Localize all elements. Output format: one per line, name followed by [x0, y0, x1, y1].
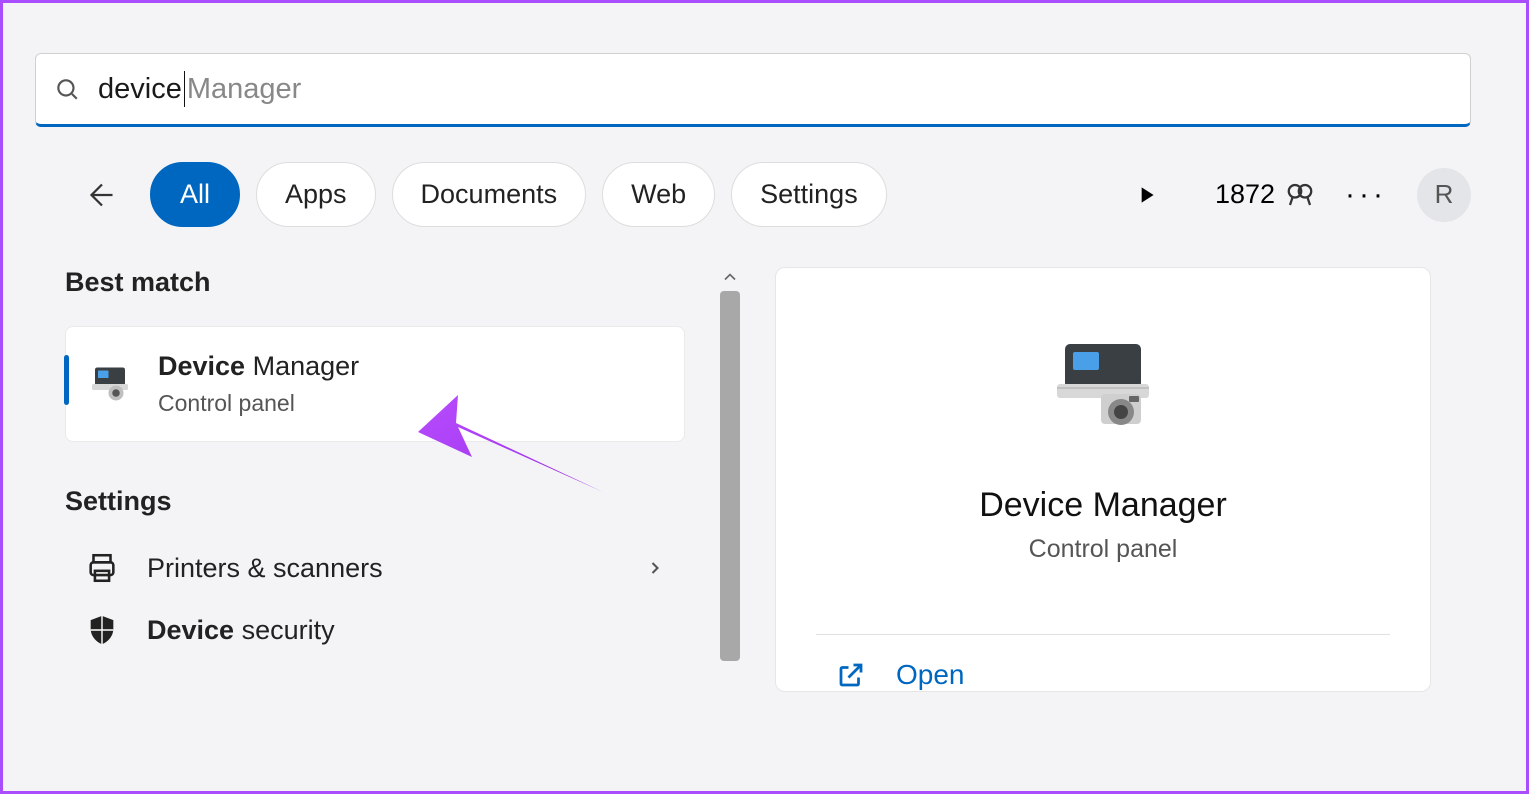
medal-icon: [1285, 180, 1315, 210]
best-match-result[interactable]: Device Manager Control panel: [65, 326, 685, 442]
filter-pill-web[interactable]: Web: [602, 162, 715, 227]
settings-item-label: Printers & scanners: [147, 553, 383, 584]
filter-pill-documents[interactable]: Documents: [392, 162, 587, 227]
device-manager-icon: [86, 360, 134, 408]
search-suggestion-text: Manager: [187, 73, 301, 106]
play-icon[interactable]: [1133, 182, 1159, 208]
results-column: Best match Device Manager Control panel: [65, 267, 685, 692]
avatar-initial: R: [1435, 179, 1454, 210]
scroll-up-icon[interactable]: [720, 267, 740, 287]
results-scrollbar[interactable]: [715, 267, 745, 692]
open-action[interactable]: Open: [816, 659, 965, 691]
more-options-button[interactable]: ···: [1331, 178, 1401, 212]
details-divider: [816, 634, 1390, 635]
points-value: 1872: [1215, 179, 1275, 210]
settings-item-device-security[interactable]: Device security: [65, 599, 685, 661]
search-icon: [54, 76, 80, 102]
device-manager-large-icon: [1043, 328, 1163, 448]
filter-pill-label: All: [180, 179, 210, 210]
result-title-rest: Manager: [245, 351, 359, 381]
result-title-bold: Device: [158, 351, 245, 381]
filter-pill-label: Web: [631, 179, 686, 210]
settings-item-label: Device security: [147, 615, 335, 646]
filter-pill-apps[interactable]: Apps: [256, 162, 376, 227]
settings-heading: Settings: [65, 486, 685, 517]
filter-pill-label: Settings: [760, 179, 858, 210]
result-text: Device Manager Control panel: [158, 351, 359, 417]
back-button[interactable]: [80, 173, 124, 217]
user-avatar[interactable]: R: [1417, 168, 1471, 222]
result-subtitle: Control panel: [158, 390, 359, 417]
filter-pill-label: Documents: [421, 179, 558, 210]
details-subtitle: Control panel: [1029, 535, 1178, 564]
printer-icon: [85, 551, 119, 585]
open-label: Open: [896, 659, 965, 691]
open-external-icon: [836, 660, 866, 690]
search-typed-text: device: [98, 73, 182, 106]
shield-icon: [85, 613, 119, 647]
best-match-heading: Best match: [65, 267, 685, 298]
chevron-right-icon: [645, 558, 665, 578]
settings-item-printers[interactable]: Printers & scanners: [65, 537, 685, 599]
filter-pill-all[interactable]: All: [150, 162, 240, 227]
filter-pill-label: Apps: [285, 179, 347, 210]
details-title: Device Manager: [979, 486, 1227, 525]
filter-pill-settings[interactable]: Settings: [731, 162, 887, 227]
scroll-thumb[interactable]: [720, 291, 740, 661]
details-panel: Device Manager Control panel Open: [775, 267, 1431, 692]
filter-row: All Apps Documents Web Settings 1872 ···…: [35, 162, 1471, 227]
search-input-content: device Manager: [98, 71, 301, 107]
text-cursor: [184, 71, 185, 107]
rewards-points[interactable]: 1872: [1215, 179, 1315, 210]
search-bar[interactable]: device Manager: [35, 53, 1471, 127]
